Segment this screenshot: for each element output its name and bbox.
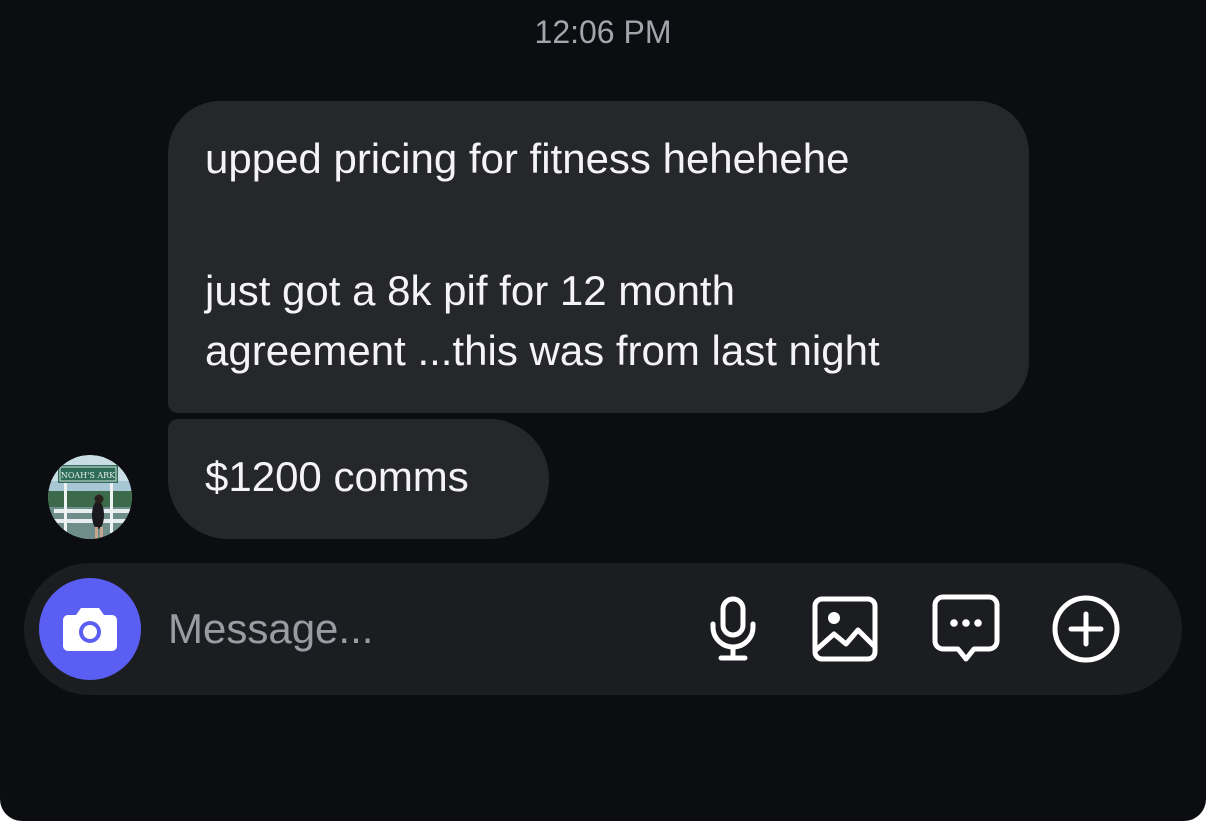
message-timestamp: 12:06 PM: [534, 14, 672, 50]
plus-circle-icon: [1052, 595, 1120, 663]
image-icon: [812, 596, 878, 662]
sender-avatar[interactable]: NOAH'S ARK: [48, 455, 132, 539]
received-message-bubble[interactable]: upped pricing for fitness hehehehe just …: [168, 101, 1029, 413]
more-options-button[interactable]: [1051, 594, 1121, 664]
message-line: upped pricing for fitness hehehehe: [205, 135, 850, 182]
chat-bubble-dots-icon: [932, 594, 1000, 662]
sticker-button[interactable]: [931, 594, 1001, 664]
message-input[interactable]: [168, 599, 688, 659]
gallery-button[interactable]: [810, 594, 880, 664]
received-message-bubble[interactable]: $1200 comms: [168, 419, 549, 539]
avatar-photo: NOAH'S ARK: [48, 455, 132, 539]
avatar-sign-text: NOAH'S ARK: [61, 471, 116, 480]
message-line: just got a 8k pif for 12 month: [205, 267, 735, 314]
message-text: $1200 comms: [205, 453, 469, 500]
camera-icon: [63, 608, 117, 651]
message-line: agreement ...this was from last night: [205, 327, 880, 374]
microphone-icon: [710, 596, 756, 661]
camera-button[interactable]: [39, 578, 141, 680]
chat-thread-screen: 12:06 PM upped pricing for fitness heheh…: [0, 0, 1206, 821]
voice-message-button[interactable]: [698, 594, 768, 664]
message-composer: [24, 563, 1182, 695]
